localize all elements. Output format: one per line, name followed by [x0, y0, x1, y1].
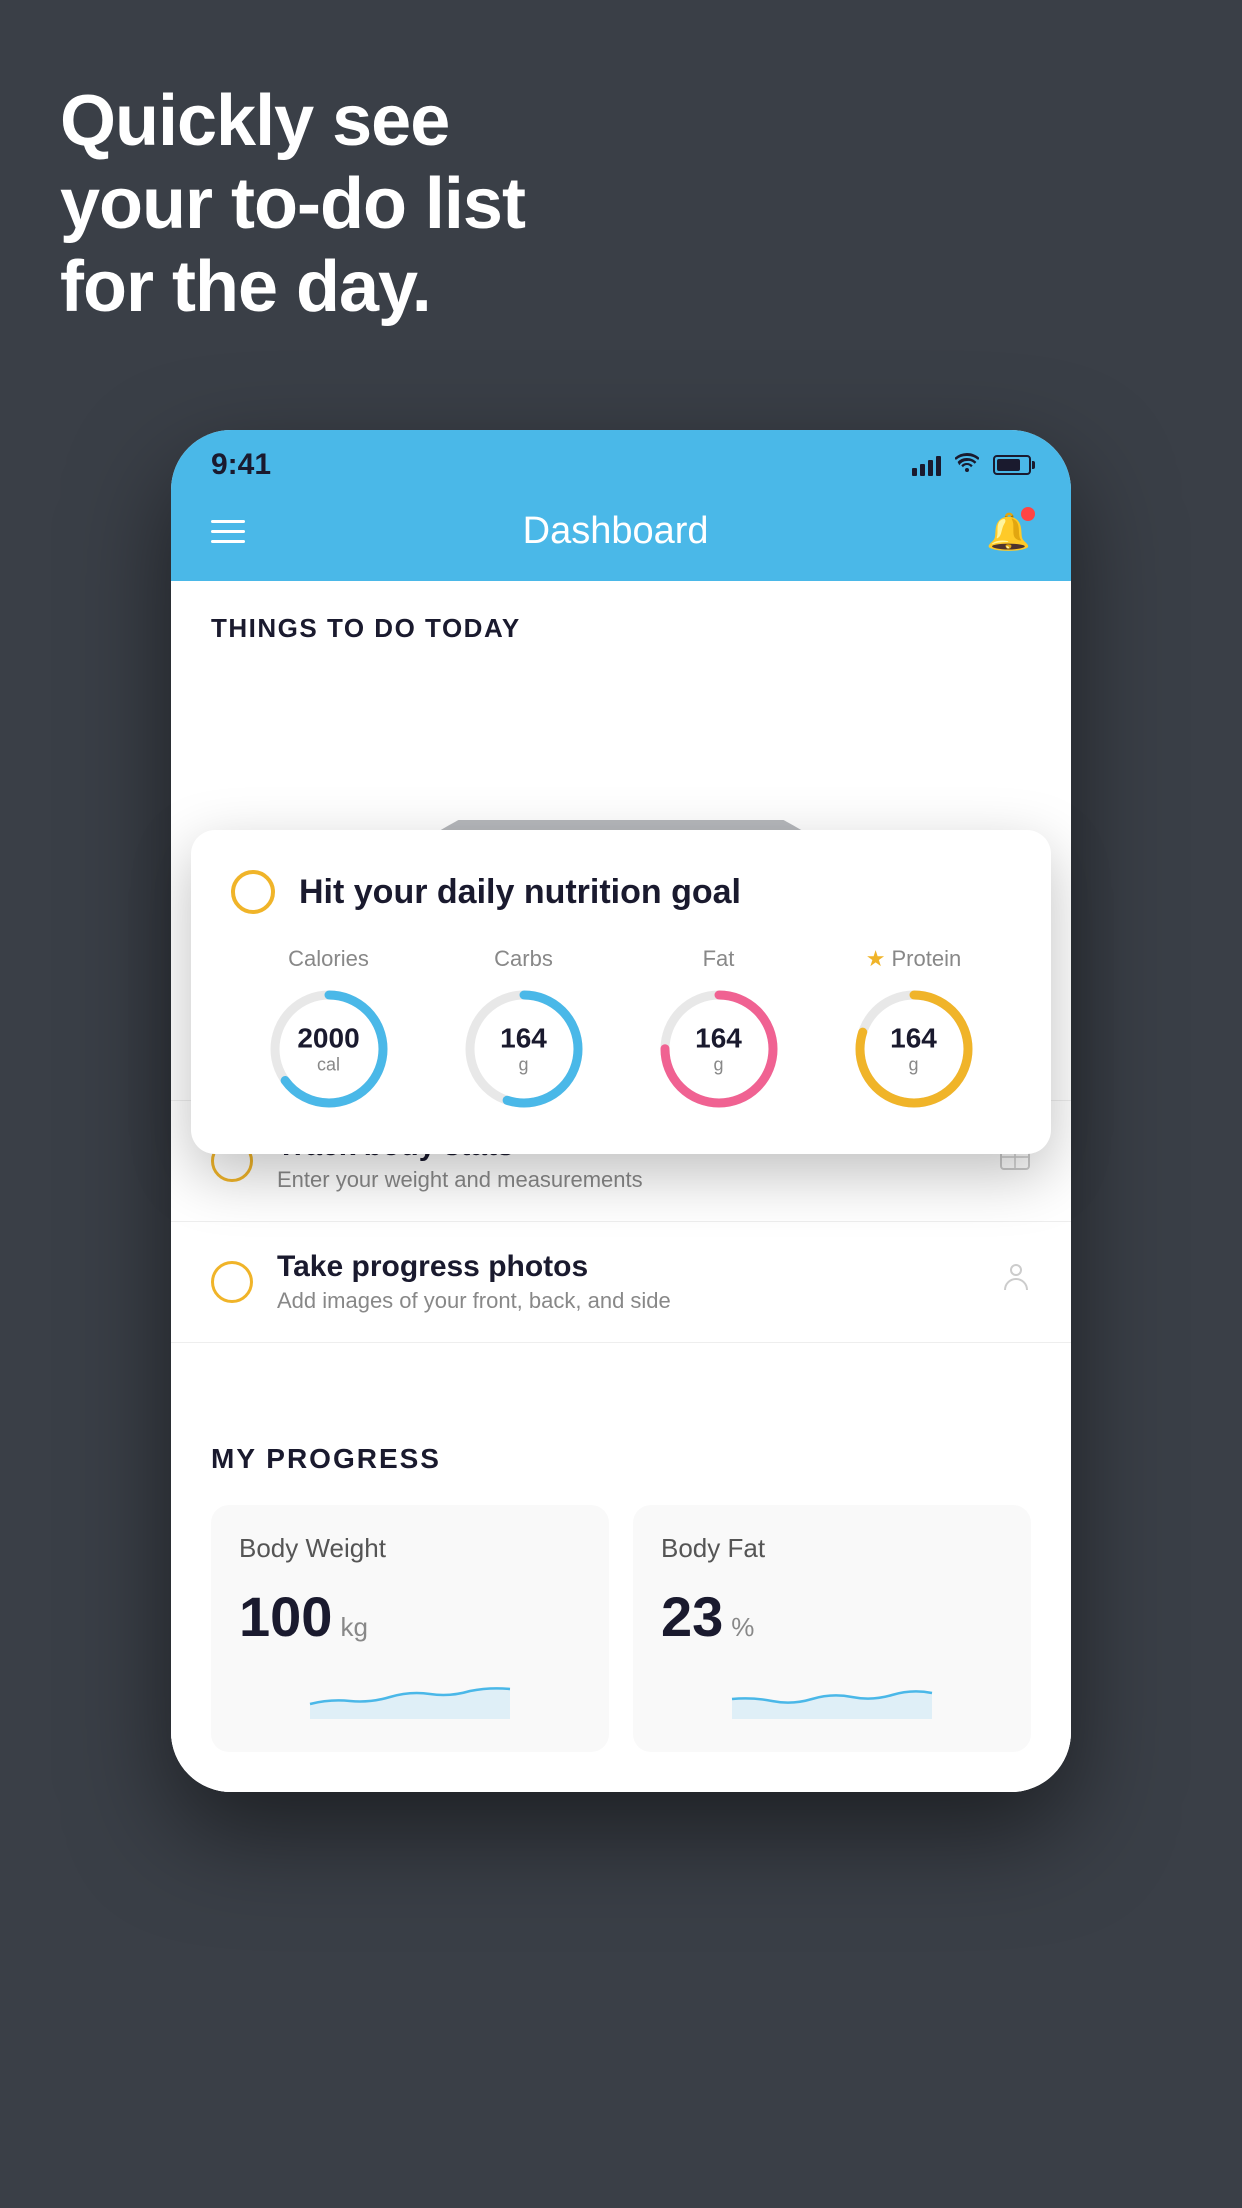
signal-icon — [912, 454, 941, 476]
metric-fat: Fat 164 g — [654, 946, 784, 1114]
calories-ring: 2000 cal — [264, 984, 394, 1114]
todo-checkbox-progress-photos[interactable] — [211, 1261, 253, 1303]
todo-item-progress-photos[interactable]: Take progress photos Add images of your … — [171, 1222, 1071, 1343]
battery-icon — [993, 455, 1031, 475]
nutrition-goal-checkbox[interactable] — [231, 870, 275, 914]
hero-line3: for the day. — [60, 246, 525, 329]
status-icons — [912, 452, 1031, 478]
calories-value: 2000 — [297, 1023, 359, 1055]
app-header: Dashboard 🔔 — [171, 492, 1071, 581]
hero-line1: Quickly see — [60, 80, 525, 163]
fat-ring: 164 g — [654, 984, 784, 1114]
fat-unit: g — [695, 1055, 742, 1076]
content-area: THINGS TO DO TODAY Running Track your st… — [171, 581, 1071, 1792]
body-weight-chart — [239, 1669, 581, 1719]
metric-protein: ★ Protein 164 g — [849, 946, 979, 1114]
body-weight-value: 100 — [239, 1584, 332, 1649]
body-weight-unit: kg — [340, 1612, 367, 1643]
person-icon — [1001, 1262, 1031, 1302]
body-fat-value-row: 23 % — [661, 1584, 1003, 1649]
body-weight-label: Body Weight — [239, 1533, 581, 1564]
body-fat-label: Body Fat — [661, 1533, 1003, 1564]
calories-label: Calories — [288, 946, 369, 972]
fat-value: 164 — [695, 1023, 742, 1055]
menu-icon[interactable] — [211, 520, 245, 543]
nutrition-metrics: Calories 2000 cal Carbs — [231, 946, 1011, 1114]
body-fat-chart — [661, 1669, 1003, 1719]
metric-carbs: Carbs 164 g — [459, 946, 589, 1114]
carbs-unit: g — [500, 1055, 547, 1076]
todo-title-progress-photos: Take progress photos — [277, 1250, 977, 1284]
carbs-value: 164 — [500, 1023, 547, 1055]
carbs-ring: 164 g — [459, 984, 589, 1114]
todo-subtitle-body-stats: Enter your weight and measurements — [277, 1167, 975, 1193]
body-fat-unit: % — [731, 1612, 754, 1643]
nutrition-card: Hit your daily nutrition goal Calories 2… — [191, 830, 1051, 1154]
carbs-label: Carbs — [494, 946, 553, 972]
protein-value: 164 — [890, 1023, 937, 1055]
body-weight-value-row: 100 kg — [239, 1584, 581, 1649]
nutrition-card-header: Hit your daily nutrition goal — [231, 870, 1011, 914]
star-icon: ★ — [866, 946, 886, 972]
header-title: Dashboard — [523, 510, 709, 553]
fat-label: Fat — [703, 946, 735, 972]
body-fat-value: 23 — [661, 1584, 723, 1649]
status-time: 9:41 — [211, 448, 271, 482]
progress-title: MY PROGRESS — [211, 1443, 1031, 1475]
progress-cards: Body Weight 100 kg Body Fat 23 % — [211, 1505, 1031, 1752]
status-bar: 9:41 — [171, 430, 1071, 492]
progress-card-body-fat: Body Fat 23 % — [633, 1505, 1031, 1752]
calories-unit: cal — [297, 1055, 359, 1076]
progress-card-body-weight: Body Weight 100 kg — [211, 1505, 609, 1752]
hero-text: Quickly see your to-do list for the day. — [60, 80, 525, 328]
hero-line2: your to-do list — [60, 163, 525, 246]
phone-bottom-spacer — [171, 1752, 1071, 1792]
nutrition-card-title: Hit your daily nutrition goal — [299, 873, 741, 912]
notification-dot — [1021, 507, 1035, 521]
metric-calories: Calories 2000 cal — [264, 946, 394, 1114]
protein-label: ★ Protein — [866, 946, 961, 972]
progress-section: MY PROGRESS Body Weight 100 kg B — [171, 1403, 1071, 1752]
protein-unit: g — [890, 1055, 937, 1076]
wifi-icon — [955, 452, 979, 478]
todo-text-progress-photos: Take progress photos Add images of your … — [277, 1250, 977, 1314]
notification-bell-icon[interactable]: 🔔 — [986, 511, 1031, 553]
todo-subtitle-progress-photos: Add images of your front, back, and side — [277, 1288, 977, 1314]
protein-ring: 164 g — [849, 984, 979, 1114]
things-to-do-header: THINGS TO DO TODAY — [171, 581, 1071, 660]
